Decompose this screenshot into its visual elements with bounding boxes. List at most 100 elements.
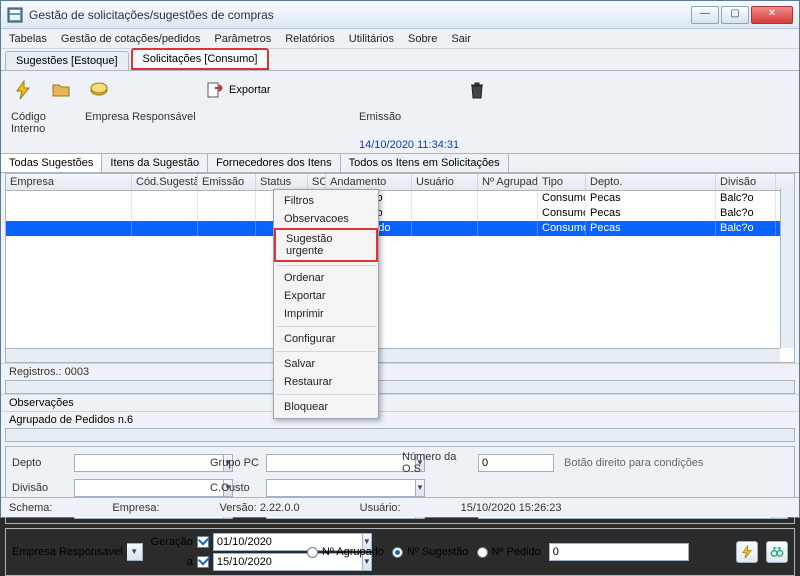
observacoes-label: Observações [9,397,74,409]
min-button[interactable]: — [691,6,719,24]
btn-bolt2[interactable] [736,541,758,563]
tool-export[interactable]: Exportar [205,80,271,100]
info-values: 14/10/2020 11:34:31 [1,137,799,153]
col-empresa[interactable]: Empresa [6,174,132,190]
table-row[interactable]: CanceladoConsumoPecasBalc?o [6,191,794,206]
ctx-restaurar[interactable]: Restaurar [274,373,378,391]
col-usurio[interactable]: Usuário [412,174,478,190]
ctx-observacoes[interactable]: Observacoes [274,210,378,228]
ctx-configurar[interactable]: Configurar [274,330,378,348]
tab-bar: Sugestões [Estoque] Solicitações [Consum… [1,49,799,71]
lbl-ccusto: C.Custo [210,482,260,494]
lbl-divisao: Divisão [12,482,68,494]
tool-bolt[interactable] [13,80,33,100]
emissao-value: 14/10/2020 11:34:31 [359,139,459,151]
emissao-label: Emissão [359,111,401,135]
ctx-bloquear[interactable]: Bloquear [274,398,378,416]
ctx-exportar[interactable]: Exportar [274,287,378,305]
lbl-numos: Número da O.S [402,451,472,475]
input-numos[interactable] [478,454,554,472]
date-to[interactable]: ▼ [213,553,299,571]
status-time: 15/10/2020 15:26:23 [461,502,562,514]
subtab-todas[interactable]: Todas Sugestões [1,154,102,172]
ctx-imprimir[interactable]: Imprimir [274,305,378,323]
table-row[interactable]: Com PedidoConsumoPecasBalc?o [6,221,794,236]
tab-sugestoes-estoque[interactable]: Sugestões [Estoque] [5,51,129,70]
radio-agrupado[interactable] [307,547,318,558]
context-menu: Filtros Observacoes Sugestão urgente Ord… [273,189,379,419]
subtab-itens[interactable]: Itens da Sugestão [102,154,208,172]
subtab-fornecedores[interactable]: Fornecedores dos Itens [208,154,341,172]
btn-binoculars[interactable] [766,541,788,563]
ctx-sugestao-urgente[interactable]: Sugestão urgente [274,228,378,262]
export-label: Exportar [229,84,271,96]
registros-scroll[interactable] [5,380,795,394]
grid-vscroll[interactable] [780,189,794,348]
check-geracao-de[interactable] [197,536,209,548]
col-diviso[interactable]: Divisão [716,174,776,190]
menu-parametros[interactable]: Parâmetros [214,33,271,45]
menu-gestao[interactable]: Gestão de cotações/pedidos [61,33,200,45]
grid-header: EmpresaCód.SugestãoEmissãoStatusSCAndame… [6,174,794,191]
lbl-nsugestao: Nº Sugestão [407,546,469,558]
codigo-interno-label: Código Interno [11,111,81,135]
subtab-bar: Todas Sugestões Itens da Sugestão Fornec… [1,153,799,173]
menu-tabelas[interactable]: Tabelas [9,33,47,45]
grid-body: CanceladoConsumoPecasBalc?oCanceladoCons… [6,191,794,236]
close-button[interactable]: ✕ [751,6,793,24]
agrupado-scroll[interactable] [5,428,795,442]
col-nagrupada[interactable]: Nº Agrupada [478,174,538,190]
hint-condicoes: Botão direito para condições [564,457,788,469]
chevron-down-icon[interactable]: ▼ [416,479,425,497]
ctx-salvar[interactable]: Salvar [274,355,378,373]
menu-sair[interactable]: Sair [451,33,471,45]
status-empresa: Empresa: [112,502,159,514]
menu-utilitarios[interactable]: Utilitários [349,33,394,45]
lbl-a: a [187,556,193,568]
grid-hscroll[interactable] [6,348,780,362]
col-depto[interactable]: Depto. [586,174,716,190]
empresa-responsavel-label: Empresa Responsável [85,111,355,135]
max-button[interactable]: ▢ [721,6,749,24]
window-title: Gestão de solicitações/sugestões de comp… [29,8,691,22]
tool-folder[interactable] [51,80,71,100]
tool-coin[interactable] [89,80,109,100]
app-icon [7,7,23,23]
observacoes-row: Observações [1,394,799,411]
status-schema: Schema: [9,502,52,514]
menu-relatorios[interactable]: Relatórios [285,33,335,45]
col-status[interactable]: Status [256,174,308,190]
combo-depto[interactable]: ▼ [74,454,204,472]
combo-empresa-resp[interactable]: ▼ [127,543,143,561]
combo-ccusto[interactable]: ▼ [266,479,396,497]
radio-pedido[interactable] [477,547,488,558]
tab-solicitacoes-consumo[interactable]: Solicitações [Consumo] [131,48,270,70]
tool-trash[interactable] [467,80,487,100]
input-npedido[interactable] [549,543,689,561]
agrupado-row: Agrupado de Pedidos n.6 [1,411,799,428]
lbl-depto: Depto [12,457,68,469]
ctx-ordenar[interactable]: Ordenar [274,269,378,287]
app-window: Gestão de solicitações/sugestões de comp… [0,0,800,518]
col-emisso[interactable]: Emissão [198,174,256,190]
table-row[interactable]: CanceladoConsumoPecasBalc?o [6,206,794,221]
chevron-down-icon[interactable]: ▼ [127,543,143,561]
col-tipo[interactable]: Tipo [538,174,586,190]
lbl-npedido: Nº Pedido [492,546,541,558]
check-geracao-ate[interactable] [197,556,209,568]
col-cdsugesto[interactable]: Cód.Sugestão [132,174,198,190]
menu-sobre[interactable]: Sobre [408,33,437,45]
combo-divisao[interactable]: ▼ [74,479,204,497]
col-andamento[interactable]: Andamento [326,174,412,190]
data-grid[interactable]: EmpresaCód.SugestãoEmissãoStatusSCAndame… [5,173,795,363]
combo-grupopc[interactable]: ▼ [266,454,396,472]
date-from[interactable]: ▼ [213,533,299,551]
subtab-todositens[interactable]: Todos os Itens em Solicitações [341,154,509,172]
status-usuario: Usuário: [360,502,401,514]
col-sc[interactable]: SC [308,174,326,190]
ctx-filtros[interactable]: Filtros [274,192,378,210]
lbl-geracao: Geração [151,536,193,548]
registros-count: Registros.: 0003 [1,363,799,380]
status-versao: Versão: 2.22.0.0 [220,502,300,514]
radio-sugestao[interactable] [392,547,403,558]
